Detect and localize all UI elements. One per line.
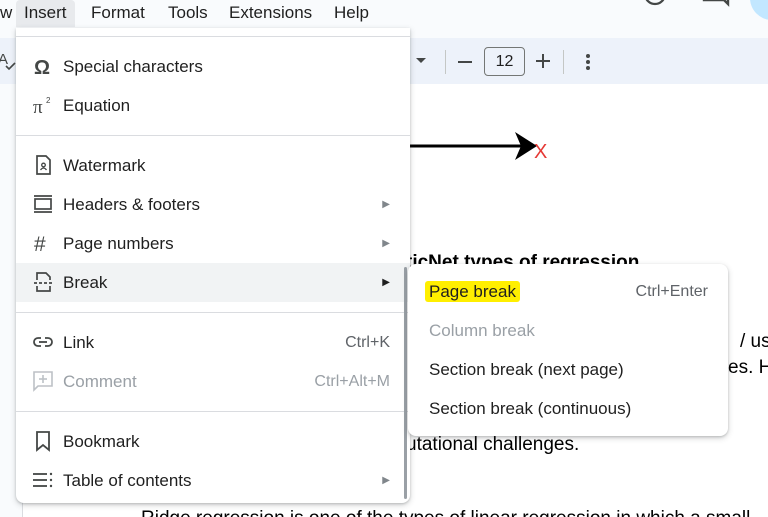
share-button[interactable] — [750, 0, 768, 20]
toolbar-divider — [445, 50, 446, 74]
submenu-arrow-icon: ▶ — [382, 475, 390, 486]
submenu-item-section-break-continuous[interactable]: Section break (continuous) — [408, 389, 728, 428]
menu-item-bookmark[interactable]: Bookmark — [16, 422, 410, 461]
highlighted-text: Page break — [425, 281, 520, 302]
menu-insert[interactable]: Insert — [16, 0, 75, 27]
toc-icon — [32, 469, 54, 491]
headers-footers-icon — [32, 193, 54, 215]
shortcut-label: Ctrl+Alt+M — [314, 373, 390, 390]
submenu-item-column-break[interactable]: Column break — [408, 311, 728, 350]
menu-item-page-numbers[interactable]: # Page numbers ▶ — [16, 224, 410, 263]
menu-divider — [16, 135, 410, 136]
menu-divider — [16, 411, 410, 412]
svg-text:π: π — [33, 97, 43, 116]
diagram-arrow — [405, 132, 537, 160]
shortcut-label: Ctrl+Enter — [635, 283, 708, 300]
svg-text:2: 2 — [46, 96, 51, 105]
menu-item-label: Special characters — [63, 57, 203, 76]
menu-item-watermark[interactable]: Watermark — [16, 146, 410, 185]
submenu-item-label: Section break (continuous) — [429, 399, 632, 418]
menu-item-label: Headers & footers — [63, 195, 201, 214]
menu-extensions[interactable]: Extensions — [221, 0, 320, 27]
comments-icon[interactable] — [700, 0, 732, 8]
menu-divider — [16, 36, 410, 37]
hash-icon: # — [32, 232, 54, 254]
menu-item-special-characters[interactable]: Ω Special characters — [16, 47, 410, 86]
menu-scrollbar[interactable] — [404, 267, 407, 499]
menu-tools[interactable]: Tools — [160, 0, 216, 27]
break-icon — [32, 271, 54, 293]
add-comment-icon — [32, 370, 54, 392]
svg-text:A: A — [0, 51, 8, 68]
minus-icon[interactable] — [456, 53, 474, 71]
menu-format[interactable]: Format — [83, 0, 153, 27]
omega-icon: Ω — [32, 55, 54, 77]
font-dropdown-arrow-icon[interactable] — [415, 57, 427, 65]
submenu-item-label: Section break (next page) — [429, 360, 624, 379]
shortcut-label: Ctrl+K — [345, 334, 390, 351]
menu-item-break[interactable]: Break ▶ — [16, 263, 410, 302]
menu-item-label: Bookmark — [63, 432, 140, 451]
submenu-arrow-icon: ▶ — [382, 199, 390, 210]
doc-text-line: es. H — [728, 357, 768, 378]
toolbar-divider — [563, 50, 564, 74]
menu-divider — [16, 312, 410, 313]
menu-item-link[interactable]: Link Ctrl+K — [16, 323, 410, 362]
menu-item-label: Equation — [63, 96, 131, 115]
doc-text-line: Ridge regression is one of the types of … — [141, 508, 750, 517]
menu-item-label: Page numbers — [63, 234, 174, 253]
submenu-item-page-break[interactable]: Page break Ctrl+Enter — [408, 272, 728, 311]
diagram-label: X — [534, 141, 548, 163]
menubar: w Insert Format Tools Extensions Help — [0, 0, 768, 28]
menu-item-label: Table of contents — [63, 471, 192, 490]
menu-item-label: Comment — [63, 372, 137, 391]
watermark-icon — [32, 154, 54, 176]
break-submenu: Page break Ctrl+Enter Column break Secti… — [408, 264, 728, 436]
submenu-item-section-break-next-page[interactable]: Section break (next page) — [408, 350, 728, 389]
font-size-input[interactable]: 12 — [484, 47, 525, 76]
submenu-item-label: Column break — [429, 321, 535, 340]
submenu-arrow-icon: ▶ — [382, 277, 390, 288]
doc-text-line: / use — [740, 331, 768, 352]
menu-item-equation[interactable]: π2 Equation — [16, 86, 410, 125]
menu-item-comment[interactable]: Comment Ctrl+Alt+M — [16, 362, 410, 401]
menu-help[interactable]: Help — [326, 0, 377, 27]
bookmark-icon — [32, 430, 54, 452]
plus-icon[interactable] — [534, 52, 552, 70]
svg-text:Ω: Ω — [34, 57, 50, 77]
menu-item-label: Watermark — [63, 156, 146, 175]
pi-squared-icon: π2 — [32, 94, 54, 116]
insert-menu: Ω Special characters π2 Equation Waterma… — [16, 28, 410, 503]
menu-item-table-of-contents[interactable]: Table of contents ▶ — [16, 461, 410, 500]
google-docs-window: w Insert Format Tools Extensions Help A … — [0, 0, 768, 517]
submenu-item-label: Page break — [425, 272, 520, 311]
menu-item-headers-footers[interactable]: Headers & footers ▶ — [16, 185, 410, 224]
more-vert-icon[interactable] — [583, 52, 593, 72]
menu-item-label: Break — [63, 273, 108, 292]
menu-item-label: Link — [63, 333, 95, 352]
svg-text:#: # — [34, 233, 46, 254]
doc-text-line: utational challenges. — [406, 434, 580, 455]
history-icon[interactable] — [640, 0, 670, 8]
submenu-arrow-icon: ▶ — [382, 238, 390, 249]
link-icon — [32, 331, 54, 353]
